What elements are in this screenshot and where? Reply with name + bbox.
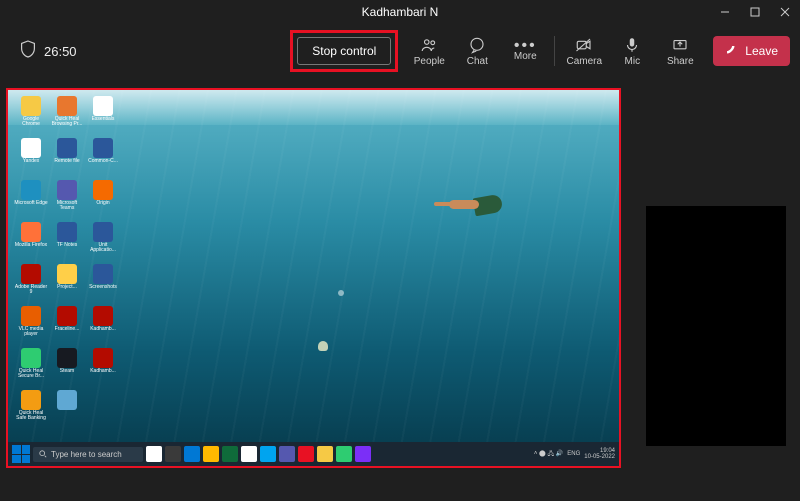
- minimize-button[interactable]: [710, 0, 740, 24]
- desktop-icon[interactable]: Kadhamb...: [86, 306, 120, 346]
- taskbar-app[interactable]: [355, 446, 371, 462]
- stop-control-highlight: Stop control: [290, 30, 398, 72]
- desktop-icon[interactable]: [50, 390, 84, 430]
- taskbar-app[interactable]: [279, 446, 295, 462]
- toolbar-divider: [554, 36, 555, 66]
- taskbar-app[interactable]: [184, 446, 200, 462]
- call-timer: 26:50: [44, 44, 77, 59]
- desktop-icon[interactable]: Mozilla Firefox: [14, 222, 48, 262]
- shield-icon: [20, 40, 36, 63]
- desktop-icon[interactable]: Microsoft Teams: [50, 180, 84, 220]
- window-titlebar: Kadhambari N: [0, 0, 800, 24]
- share-button[interactable]: Share: [657, 28, 703, 74]
- start-button[interactable]: [12, 445, 30, 463]
- timer-section: 26:50: [20, 40, 77, 63]
- desktop-icon[interactable]: Remote file: [50, 138, 84, 178]
- stop-control-button[interactable]: Stop control: [297, 37, 391, 65]
- taskbar-app[interactable]: [146, 446, 162, 462]
- desktop-icon[interactable]: Steam: [50, 348, 84, 388]
- desktop-icon[interactable]: VLC media player: [14, 306, 48, 346]
- desktop-icon[interactable]: Yandex: [14, 138, 48, 178]
- people-button[interactable]: People: [406, 28, 452, 74]
- desktop-icon[interactable]: Quick Heal Safe Banking: [14, 390, 48, 430]
- window-controls: [710, 0, 800, 24]
- desktop-icon[interactable]: Kadhamb...: [86, 348, 120, 388]
- call-toolbar: 26:50 Stop control People Chat ••• More …: [0, 24, 800, 78]
- system-tray[interactable]: ˄ ⬤ 🖧 🔊 ENG 19:04 10-05-2022: [534, 448, 615, 460]
- desktop-icon[interactable]: Essentials: [86, 96, 120, 136]
- desktop-icon[interactable]: Quick Heal Browsing Pr...: [50, 96, 84, 136]
- desktop-icon[interactable]: Origin: [86, 180, 120, 220]
- chat-button[interactable]: Chat: [454, 28, 500, 74]
- desktop-icon[interactable]: Adobe Reader 9: [14, 264, 48, 304]
- desktop-icons: Google ChromeQuick Heal Browsing Pr...Es…: [14, 96, 120, 430]
- desktop-icon[interactable]: Unit Applicatio...: [86, 222, 120, 262]
- taskbar-app[interactable]: [165, 446, 181, 462]
- taskbar-app[interactable]: [260, 446, 276, 462]
- taskbar-app[interactable]: [203, 446, 219, 462]
- desktop-icon[interactable]: Project...: [50, 264, 84, 304]
- leave-button[interactable]: Leave: [713, 36, 790, 66]
- taskbar-app[interactable]: [222, 446, 238, 462]
- hangup-icon: [725, 44, 739, 58]
- search-icon: [39, 450, 47, 458]
- taskbar-app[interactable]: [317, 446, 333, 462]
- desktop-icon[interactable]: Screenshots: [86, 264, 120, 304]
- taskbar-app[interactable]: [298, 446, 314, 462]
- desktop-icon[interactable]: Microsoft Edge: [14, 180, 48, 220]
- taskbar-search[interactable]: Type here to search: [33, 447, 143, 462]
- more-icon: •••: [514, 41, 537, 51]
- windows-taskbar: Type here to search ˄ ⬤ 🖧 🔊 ENG 19:04 10…: [8, 442, 619, 466]
- close-button[interactable]: [770, 0, 800, 24]
- taskbar-app[interactable]: [336, 446, 352, 462]
- window-title: Kadhambari N: [362, 5, 439, 19]
- desktop-icon[interactable]: Quick Heal Secure Br...: [14, 348, 48, 388]
- maximize-button[interactable]: [740, 0, 770, 24]
- desktop-icon[interactable]: Fraceline...: [50, 306, 84, 346]
- wallpaper-jelly: [318, 341, 328, 351]
- camera-button[interactable]: Camera: [561, 28, 607, 74]
- desktop-icon[interactable]: Google Chrome: [14, 96, 48, 136]
- wallpaper-swimmer: [429, 190, 509, 220]
- desktop-icon[interactable]: Common-C...: [86, 138, 120, 178]
- desktop-icon[interactable]: TF Notes: [50, 222, 84, 262]
- mic-button[interactable]: Mic: [609, 28, 655, 74]
- taskbar-app[interactable]: [241, 446, 257, 462]
- participant-video[interactable]: [646, 206, 786, 446]
- more-button[interactable]: ••• More: [502, 28, 548, 74]
- shared-screen[interactable]: Google ChromeQuick Heal Browsing Pr...Es…: [6, 88, 621, 468]
